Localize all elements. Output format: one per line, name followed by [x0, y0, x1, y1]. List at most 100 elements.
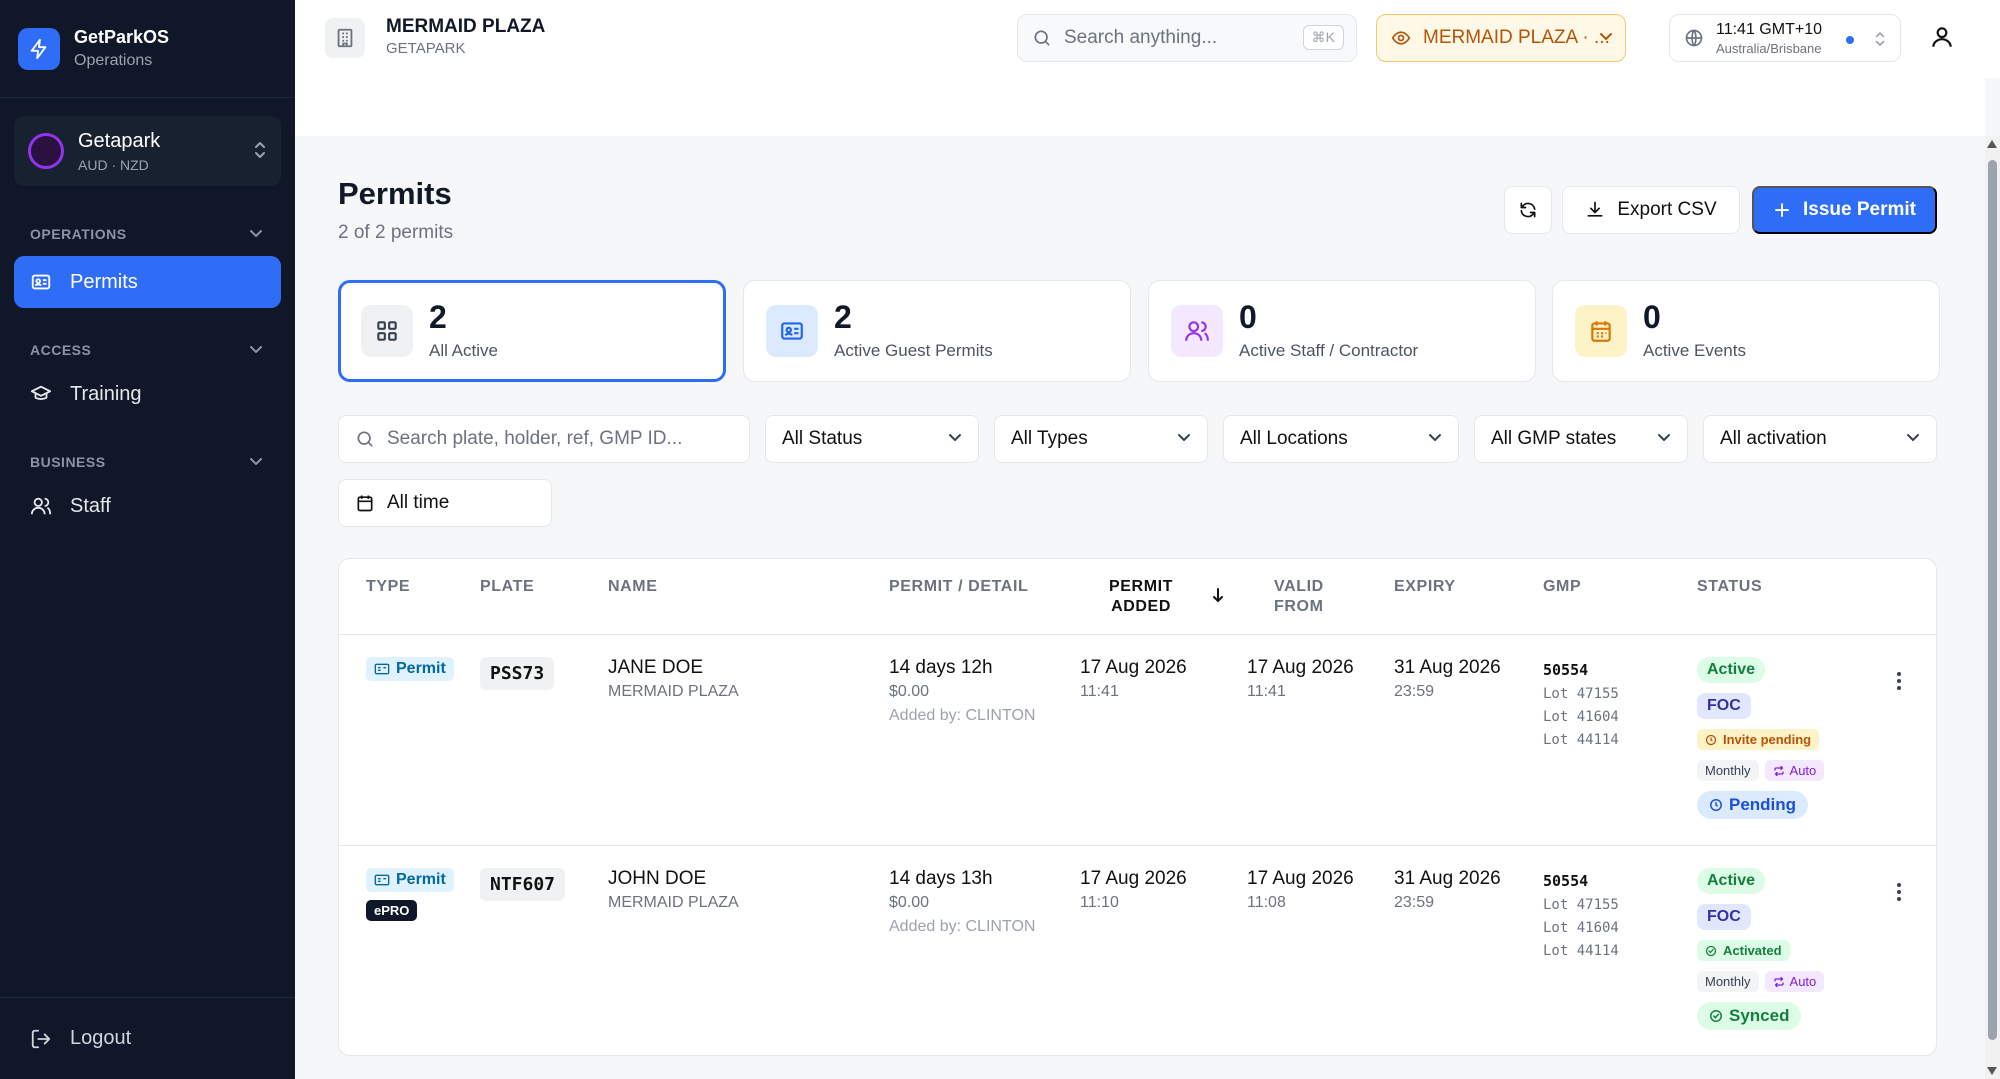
auto-renew-badge: Auto [1764, 971, 1825, 992]
added-time: 11:10 [1080, 894, 1119, 911]
timezone-select[interactable]: 11:41 GMT+10 Australia/Brisbane [1669, 14, 1901, 62]
activation-label: Activated [1723, 943, 1782, 958]
more-vertical-icon [1896, 671, 1902, 691]
activation-filter[interactable]: All activation [1703, 415, 1937, 463]
site-select[interactable]: MERMAID PLAZA · ... [1376, 14, 1626, 62]
more-vertical-icon [1896, 882, 1902, 902]
expiry-time: 23:59 [1394, 894, 1435, 911]
status-badge: Active [1697, 657, 1766, 683]
stat-card-guest-permits[interactable]: 2 Active Guest Permits [743, 280, 1131, 382]
search-icon [1032, 28, 1052, 48]
row-menu-button[interactable] [1889, 667, 1909, 695]
search-icon [355, 429, 375, 449]
sidebar-item-permits[interactable]: Permits [14, 256, 281, 308]
stat-label: Active Events [1643, 341, 1746, 360]
building-icon [325, 18, 365, 58]
scroll-down-arrow[interactable] [1987, 1067, 1997, 1075]
sort-arrow-down-icon[interactable] [1211, 587, 1225, 603]
activation-filter-value: All activation [1720, 428, 1827, 449]
site-subtitle: GETAPARK [386, 40, 466, 57]
time-filter[interactable]: All time [338, 479, 552, 527]
id-card-icon [30, 271, 52, 293]
refresh-button[interactable] [1504, 186, 1552, 234]
brand[interactable]: GetParkOS Operations [0, 0, 295, 98]
logout-button[interactable]: Logout [0, 997, 295, 1079]
stat-label: All Active [429, 341, 498, 360]
name-cell: JANE DOE MERMAID PLAZA [608, 657, 739, 701]
status-filter[interactable]: All Status [765, 415, 979, 463]
stat-card-staff-contractor[interactable]: 0 Active Staff / Contractor [1148, 280, 1536, 382]
gmp-lot: Lot 47155 [1543, 686, 1619, 702]
section-business[interactable]: BUSINESS [0, 454, 295, 470]
sidebar-item-label: Staff [70, 494, 111, 517]
gmp-state-filter[interactable]: All GMP states [1474, 415, 1688, 463]
user-icon[interactable] [1929, 24, 1955, 50]
activation-label: Invite pending [1723, 732, 1812, 747]
stat-value: 2 [834, 299, 852, 335]
stat-card-all-active[interactable]: 2 All Active [338, 280, 726, 382]
plate-cell: NTF607 [480, 868, 566, 901]
type-badge: Permit [366, 868, 454, 892]
global-search-input[interactable]: Search anything... ⌘K [1017, 14, 1357, 62]
repeat-icon [1773, 976, 1785, 988]
scroll-thumb[interactable] [1988, 160, 1997, 1040]
logout-icon [30, 1028, 52, 1050]
permit-duration: 14 days 12h [889, 657, 993, 678]
holder-name: JANE DOE [608, 657, 704, 678]
column-header-status[interactable]: STATUS [1697, 577, 1762, 597]
sidebar-item-label: Permits [70, 270, 138, 293]
section-operations-label: OPERATIONS [30, 226, 127, 242]
section-access-label: ACCESS [30, 342, 92, 358]
column-header-valid-from[interactable]: VALID FROM [1274, 577, 1324, 617]
stat-card-events[interactable]: 0 Active Events [1552, 280, 1940, 382]
column-header-name[interactable]: NAME [608, 577, 658, 597]
section-access[interactable]: ACCESS [0, 342, 295, 358]
sidebar-item-staff[interactable]: Staff [14, 480, 281, 532]
chevron-up-down-icon [253, 140, 267, 160]
org-switcher[interactable]: Getapark AUD · NZD [14, 116, 281, 186]
sidebar-item-training[interactable]: Training [14, 368, 281, 420]
location-filter[interactable]: All Locations [1223, 415, 1459, 463]
column-header-label: FROM [1274, 598, 1324, 615]
calendar-icon [1575, 305, 1627, 357]
live-dot-icon [1846, 36, 1854, 44]
billing-row: Monthly Auto [1697, 971, 1825, 992]
permit-duration: 14 days 13h [889, 868, 993, 889]
scroll-up-arrow[interactable] [1987, 140, 1997, 148]
valid-date: 17 Aug 2026 [1247, 657, 1354, 678]
permit-search-input[interactable]: Search plate, holder, ref, GMP ID... [338, 415, 750, 463]
clock-icon [1705, 734, 1717, 746]
globe-icon [1684, 28, 1704, 48]
activation-badge: Activated [1697, 940, 1790, 961]
chevron-down-icon [1906, 433, 1920, 443]
permit-search-placeholder: Search plate, holder, ref, GMP ID... [387, 428, 683, 449]
billing-row: Monthly Auto [1697, 760, 1825, 781]
column-header-plate[interactable]: PLATE [480, 577, 534, 597]
column-header-detail[interactable]: PERMIT / DETAIL [889, 577, 1028, 597]
column-header-gmp[interactable]: GMP [1543, 577, 1581, 597]
row-menu-button[interactable] [1889, 878, 1909, 906]
column-header-label: ADDED [1111, 598, 1171, 615]
scrollbar[interactable] [1985, 136, 2000, 1079]
type-filter[interactable]: All Types [994, 415, 1208, 463]
org-name: Getapark [78, 129, 161, 152]
epro-badge: ePRO [366, 900, 418, 921]
valid-time: 11:41 [1247, 683, 1286, 700]
stat-value: 0 [1643, 299, 1661, 335]
gmp-lot: Lot 44114 [1543, 732, 1619, 748]
table-row[interactable]: Permit PSS73 JANE DOE MERMAID PLAZA 14 d… [339, 635, 1936, 845]
issue-permit-button[interactable]: Issue Permit [1752, 186, 1937, 234]
foc-badge: FOC [1697, 904, 1751, 930]
column-header-type[interactable]: TYPE [366, 577, 410, 597]
section-operations[interactable]: OPERATIONS [0, 226, 295, 242]
table-row[interactable]: Permit ePRO NTF607 JOHN DOE MERMAID PLAZ… [339, 846, 1936, 1055]
clock-icon [1709, 798, 1723, 812]
export-csv-button[interactable]: Export CSV [1562, 186, 1740, 234]
timezone-name: Australia/Brisbane [1716, 40, 1822, 56]
column-header-expiry[interactable]: EXPIRY [1394, 577, 1456, 597]
chevron-down-icon [249, 457, 263, 467]
column-header-permit-added[interactable]: PERMIT ADDED [1109, 577, 1173, 617]
detail-cell: 14 days 12h $0.00 Added by: CLINTON [889, 657, 1035, 725]
check-circle-icon [1705, 945, 1717, 957]
expiry-date: 31 Aug 2026 [1394, 868, 1501, 889]
